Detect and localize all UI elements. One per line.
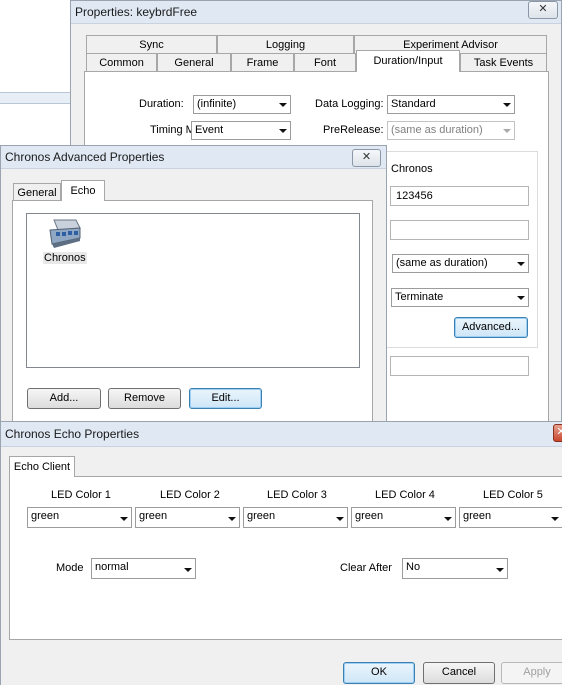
chevron-down-icon [491,561,507,578]
advanced-close-icon[interactable]: ✕ [352,149,381,167]
duration-select[interactable]: (infinite) [193,95,291,114]
tab-task-events[interactable]: Task Events [460,53,547,71]
chevron-down-icon [546,510,562,527]
echo-window: Chronos Echo Properties ✕ Echo Client LE… [0,421,562,685]
led-color-1-value: green [31,510,60,522]
prerelease-select[interactable]: (same as duration) [387,121,515,140]
led-color-1-label: LED Color 1 [51,489,111,501]
cancel-button[interactable]: Cancel [423,662,495,684]
background-window-border [0,92,70,104]
apply-button[interactable]: Apply [501,662,562,684]
chevron-down-icon [274,96,290,113]
led-color-2-select[interactable]: green [135,507,240,528]
list-item[interactable]: Chronos [39,218,89,266]
mode-label: Mode [56,562,84,574]
led-color-5-select[interactable]: green [459,507,562,528]
allowable-field[interactable]: 123456 [390,186,529,206]
advanced-window: Chronos Advanced Properties ✕ General Ec… [0,145,387,426]
mode-select[interactable]: normal [91,558,196,579]
list-item-label: Chronos [43,252,87,264]
time-limit-select[interactable]: (same as duration) [392,254,529,273]
tab-logging[interactable]: Logging [217,35,354,53]
properties-title: Properties: keybrdFree [75,5,198,19]
data-logging-select[interactable]: Standard [387,95,515,114]
chevron-down-icon [223,510,239,527]
led-color-3-select[interactable]: green [243,507,348,528]
timing-mode-value: Event [195,124,224,136]
led-color-1-select[interactable]: green [27,507,132,528]
time-limit-value: (same as duration) [396,257,488,269]
tab-advanced-echo[interactable]: Echo [61,180,105,201]
advanced-title: Chronos Advanced Properties [5,150,165,164]
clear-after-label: Clear After [340,562,392,574]
ok-button[interactable]: OK [343,662,415,684]
duration-label: Duration: [139,98,184,110]
prerelease-value: (same as duration) [391,124,483,136]
chevron-down-icon [331,510,347,527]
led-color-2-value: green [139,510,168,522]
led-color-3-value: green [247,510,276,522]
duration-value: (infinite) [197,98,237,110]
led-color-3-label: LED Color 3 [267,489,327,501]
echo-close-icon[interactable]: ✕ [553,424,562,442]
tab-echo-client[interactable]: Echo Client [9,456,75,477]
timing-mode-select[interactable]: Event [191,121,291,140]
advanced-titlebar: Chronos Advanced Properties [1,146,386,169]
advanced-button[interactable]: Advanced... [454,317,528,338]
end-action-select[interactable]: Terminate [391,288,529,307]
mode-value: normal [95,561,129,573]
clear-after-select[interactable]: No [402,558,508,579]
led-color-4-select[interactable]: green [351,507,456,528]
chevron-down-icon [115,510,131,527]
chevron-down-icon [512,255,528,272]
chevron-down-icon [439,510,455,527]
echo-titlebar: Chronos Echo Properties [1,422,562,447]
tab-font[interactable]: Font [294,53,356,71]
edit-button[interactable]: Edit... [189,388,262,409]
chevron-down-icon [179,561,195,578]
chevron-down-icon [512,289,528,306]
correct-field[interactable] [390,220,529,240]
tab-duration-input[interactable]: Duration/Input [356,50,460,72]
tab-common[interactable]: Common [86,53,157,71]
tab-advanced-general[interactable]: General [13,183,61,201]
chronos-device-icon [49,219,81,248]
properties-titlebar: Properties: keybrdFree [71,1,561,24]
data-logging-label: Data Logging: [315,98,384,110]
led-color-5-value: green [463,510,492,522]
extra-field[interactable] [390,356,529,376]
device-heading: Chronos [391,163,433,175]
tab-general[interactable]: General [157,53,231,71]
chevron-down-icon [274,122,290,139]
chevron-down-icon [498,96,514,113]
led-color-5-label: LED Color 5 [483,489,543,501]
led-color-4-label: LED Color 4 [375,489,435,501]
background-window-edge [0,0,70,145]
add-button[interactable]: Add... [27,388,101,409]
tab-frame[interactable]: Frame [231,53,294,71]
properties-close-icon[interactable]: ✕ [528,1,558,19]
tab-sync[interactable]: Sync [86,35,217,53]
remove-button[interactable]: Remove [108,388,181,409]
prerelease-label: PreRelease: [323,124,384,136]
echo-title: Chronos Echo Properties [5,427,140,441]
clear-after-value: No [406,561,421,573]
data-logging-value: Standard [391,98,436,110]
led-color-4-value: green [355,510,384,522]
led-color-2-label: LED Color 2 [160,489,220,501]
end-action-value: Terminate [395,291,444,303]
chevron-down-icon [498,122,514,139]
